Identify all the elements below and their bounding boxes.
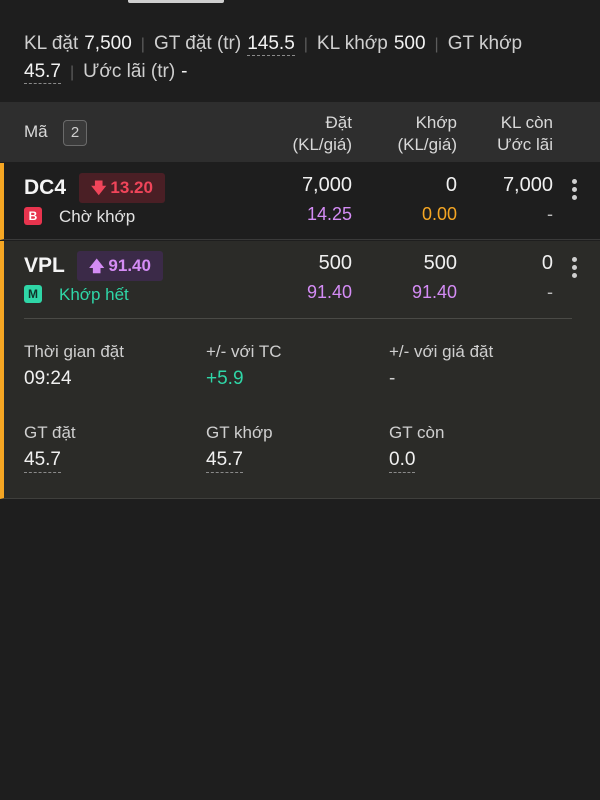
more-options-icon[interactable] (572, 179, 578, 203)
khop-gia: 91.40 (411, 282, 457, 302)
thoi-gian-dat-label: Thời gian đặt (24, 342, 124, 361)
dat-kl: 7,000 (301, 174, 352, 196)
separator: | (69, 64, 75, 81)
kl-con: 0 (541, 252, 553, 274)
divider (24, 318, 572, 319)
khop-kl: 500 (423, 252, 457, 274)
order-summary: KL đặt 7,500 | GT đặt (tr) 145.5 | KL khớp 500 |… (0, 0, 600, 102)
dat-kl: 500 (318, 252, 352, 274)
vs-tc-value: +5.9 (206, 368, 244, 389)
khop-gia: 0.00 (421, 204, 457, 224)
column-klcon-line2: Ước lãi (497, 135, 553, 154)
gt-khop-value[interactable]: 45.7 (24, 61, 61, 84)
arrow-up-icon: 🡅 (89, 258, 105, 275)
summary-row-2: 45.7 | Ước lãi (tr) - (24, 58, 576, 86)
order-count-badge: 2 (63, 120, 87, 146)
uoc-lai-value: - (181, 61, 188, 82)
summary-row-1: KL đặt 7,500 | GT đặt (tr) 145.5 | KL khớp 500 |… (24, 30, 576, 58)
column-dat-line2: (KL/giá) (292, 135, 352, 154)
uoc-lai-label: Ước lãi (tr) (83, 61, 176, 82)
vs-gia-dat-label: +/- với giá đặt (389, 342, 494, 361)
uoc-lai: - (547, 204, 553, 224)
table-row[interactable]: VPL 🡅 91.40 M Khớp hết 500 91.40 500 91.4… (0, 241, 600, 499)
column-khop-line2: (KL/giá) (397, 135, 457, 154)
order-symbol: VPL (24, 254, 65, 277)
column-khop-line1: Khớp (415, 113, 457, 132)
order-status: Chờ khớp (59, 207, 136, 226)
vs-gia-dat-value: - (389, 368, 396, 389)
khop-kl: 0 (445, 174, 457, 196)
more-options-icon[interactable] (572, 257, 578, 281)
dat-gia: 14.25 (306, 204, 352, 224)
price-value: 13.20 (110, 178, 153, 197)
gt-dat-label: GT đặt (tr) (153, 33, 242, 54)
order-status: Khớp hết (59, 285, 129, 304)
column-kl-con: KL còn Ước lãi (497, 112, 553, 156)
separator: | (140, 36, 145, 53)
price-badge: 🡅 91.40 (77, 251, 163, 281)
table-header: Mã 2 Đặt (KL/giá) Khớp (KL/giá) KL còn Ư… (0, 102, 600, 162)
gt-khop-label: GT khớp (447, 33, 523, 54)
kl-con: 7,000 (502, 174, 553, 196)
gt-con-label: GT còn (389, 423, 445, 442)
gt-con-value[interactable]: 0.0 (389, 449, 416, 473)
column-klcon-line1: KL còn (500, 113, 553, 132)
thoi-gian-dat-value: 09:24 (24, 368, 72, 389)
price-badge: 🡇 13.20 (79, 173, 165, 203)
gt-dat-value[interactable]: 145.5 (247, 33, 295, 56)
uoc-lai: - (547, 282, 553, 302)
separator: | (303, 36, 308, 53)
column-dat-line1: Đặt (325, 113, 352, 132)
table-row[interactable]: DC4 🡇 13.20 B Chờ khớp 7,000 14.25 0 0.00… (0, 163, 600, 240)
price-value: 91.40 (108, 256, 151, 275)
column-dat: Đặt (KL/giá) (292, 112, 352, 156)
column-khop: Khớp (KL/giá) (397, 112, 457, 156)
match-side-badge: M (24, 285, 42, 303)
order-symbol: DC4 (24, 176, 67, 199)
separator: | (434, 36, 439, 53)
gt-khop-label: GT khớp (206, 423, 273, 442)
gt-dat-label: GT đặt (24, 423, 76, 442)
gt-dat-value[interactable]: 45.7 (24, 449, 61, 473)
column-ma: Mã (24, 122, 48, 141)
arrow-down-icon: 🡇 (91, 180, 107, 197)
kl-khop-value: 500 (393, 33, 426, 54)
vs-tc-label: +/- với TC (206, 342, 282, 361)
gt-khop-value[interactable]: 45.7 (206, 449, 243, 473)
buy-side-badge: B (24, 207, 42, 225)
kl-dat-label: KL đặt (24, 33, 79, 54)
kl-khop-label: KL khớp (316, 33, 388, 54)
kl-dat-value: 7,500 (84, 33, 132, 54)
dat-gia: 91.40 (306, 282, 352, 302)
